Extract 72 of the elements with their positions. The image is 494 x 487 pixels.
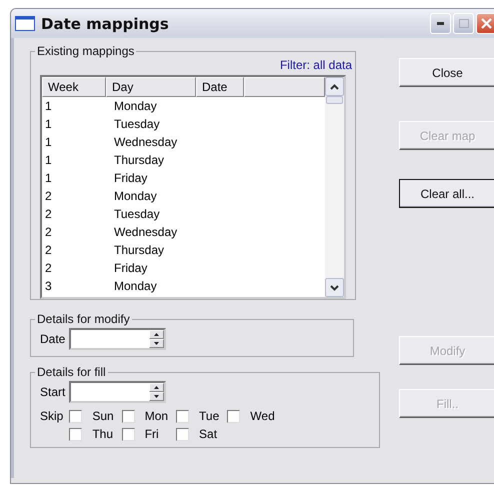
dialog-button[interactable]: Clear all... [399, 179, 494, 208]
checkbox[interactable] [176, 410, 190, 422]
week-cell-text: 2 [44, 189, 53, 203]
start-field[interactable] [69, 381, 166, 403]
column-header[interactable]: Week [42, 77, 106, 97]
week-cell-text: 1 [44, 153, 53, 167]
day-cell-text: Friday [114, 171, 148, 185]
mappings-list[interactable]: Week Day Date 1 Monday 1 Tuesday 1 Wednesday 1 Thursday 1 Friday 2 Monday 2 Tuesday 2 Wednesday 2 Thursday 2 Friday 3 Monday [40, 75, 346, 299]
checkbox-label: Sat [199, 427, 218, 441]
day-cell-text: Wednesday [114, 225, 178, 239]
spin-down-button[interactable] [149, 392, 164, 401]
day-cell-text: Thursday [114, 153, 166, 167]
week-cell-text: 2 [44, 225, 53, 239]
checkbox-label: Wed [250, 409, 275, 423]
up-arrow-icon [154, 386, 160, 389]
spin-down-button[interactable] [149, 339, 164, 348]
column-header[interactable]: Day [106, 77, 196, 97]
spin-up-button[interactable] [149, 330, 164, 339]
week-cell-text: 3 [44, 279, 53, 293]
week-cell-text: 2 [44, 207, 53, 221]
close-button[interactable] [476, 13, 494, 34]
caret-down-icon [330, 284, 339, 290]
minimize-icon [437, 22, 444, 25]
skip-label: Skip [40, 409, 64, 423]
spin-up-button[interactable] [149, 383, 164, 392]
dialog-button[interactable]: Close [399, 58, 494, 87]
scroll-down-button[interactable] [325, 278, 344, 297]
scroll-up-button[interactable] [325, 77, 344, 96]
checkbox[interactable] [176, 428, 190, 440]
column-header[interactable]: Date [196, 77, 244, 97]
scrollbar[interactable] [325, 77, 344, 297]
day-cell-text: Monday [114, 279, 158, 293]
checkbox[interactable] [69, 410, 82, 422]
group-label: Details for fill [36, 365, 107, 379]
close-icon [481, 18, 492, 29]
week-cell-text: 1 [44, 99, 53, 113]
checkbox[interactable] [122, 410, 135, 422]
date-label: Date [40, 332, 66, 346]
checkbox-label: Mon [144, 409, 168, 423]
day-cell-text: Tuesday [114, 207, 161, 221]
checkbox-label: Fri [144, 427, 159, 441]
up-arrow-icon [154, 333, 160, 336]
group-label: Details for modify [36, 312, 131, 326]
checkbox-label: Sun [92, 409, 114, 423]
checkbox[interactable] [227, 410, 240, 422]
checkbox[interactable] [122, 428, 135, 440]
caret-up-icon [330, 84, 339, 90]
checkbox-label: Thu [92, 427, 114, 441]
week-cell-text: 2 [44, 243, 53, 257]
week-cell-text: 1 [44, 135, 53, 149]
day-cell-text: Tuesday [114, 117, 161, 131]
week-cell-text: 1 [44, 171, 53, 185]
start-label: Start [40, 385, 66, 399]
down-arrow-icon [154, 342, 160, 345]
week-cell-text: 1 [44, 117, 53, 131]
day-cell-text: Monday [114, 189, 158, 203]
day-cell-text: Wednesday [114, 135, 178, 149]
minimize-button[interactable] [430, 13, 451, 34]
maximize-icon [458, 19, 468, 28]
down-arrow-icon [154, 395, 160, 398]
day-cell-text: Friday [114, 261, 148, 275]
scroll-thumb[interactable] [326, 96, 343, 104]
group-label: Existing mappings [36, 44, 136, 58]
day-cell-text: Thursday [114, 243, 166, 257]
filter-link[interactable]: Filter: all data [280, 58, 352, 72]
window-icon [15, 16, 35, 31]
window-title: Date mappings [41, 14, 170, 32]
checkbox-label: Tue [199, 409, 220, 423]
week-cell-text: 2 [44, 261, 53, 275]
day-cell-text: Monday [114, 99, 158, 113]
date-field[interactable] [69, 328, 166, 350]
checkbox[interactable] [69, 428, 82, 440]
